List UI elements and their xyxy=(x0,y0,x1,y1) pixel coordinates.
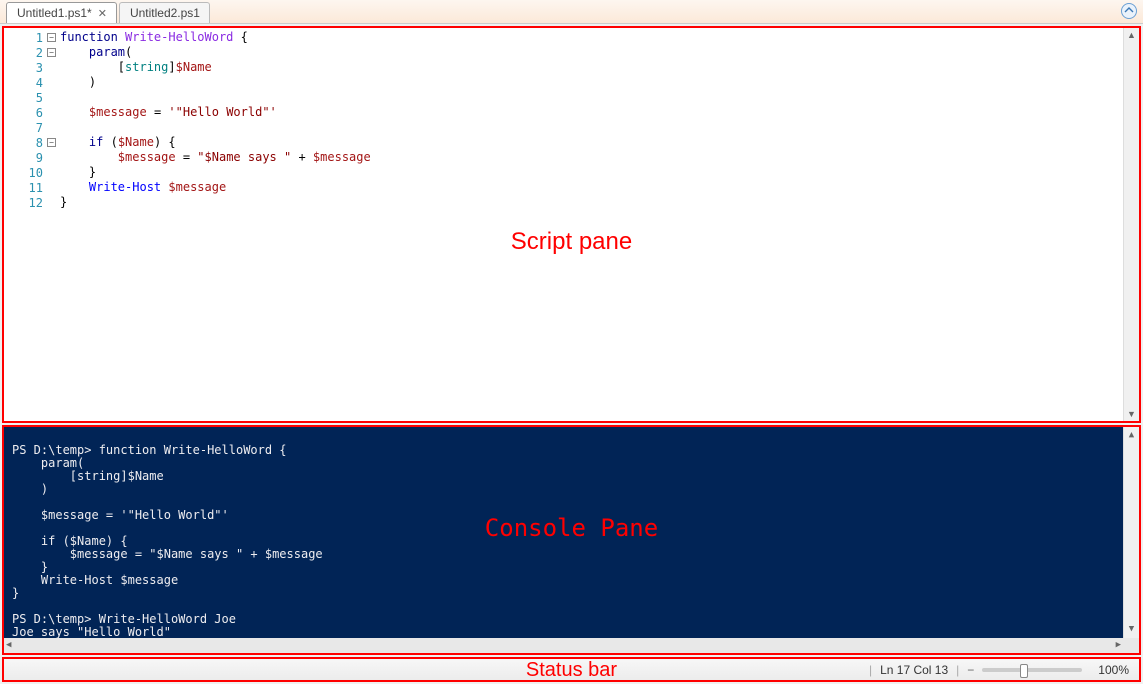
zoom-level: 100% xyxy=(1098,663,1129,677)
console-line: if ($Name) { xyxy=(12,534,128,548)
console-line: $message = "$Name says " + $message xyxy=(12,547,323,561)
console-line: Joe says "Hello World" xyxy=(12,625,171,639)
scroll-right-icon[interactable]: ▶ xyxy=(1116,639,1121,652)
line-number: 9 xyxy=(36,151,43,165)
status-bar: Status bar | Ln 17 Col 13 | − 100% xyxy=(2,657,1141,682)
tab-bar: Untitled1.ps1* ✕ Untitled2.ps1 xyxy=(0,0,1143,24)
fold-icon[interactable]: − xyxy=(47,33,56,42)
close-icon[interactable]: ✕ xyxy=(98,7,107,20)
line-number: 6 xyxy=(36,106,43,120)
scrollbar-horizontal[interactable]: ◀ ▶ xyxy=(4,638,1139,653)
scroll-down-icon[interactable]: ▼ xyxy=(1129,623,1134,636)
console-line: } xyxy=(12,586,19,600)
annotation-console-pane: Console Pane xyxy=(485,522,658,535)
tab-label: Untitled1.ps1* xyxy=(17,6,92,20)
scrollbar-vertical[interactable]: ▲ ▼ xyxy=(1123,427,1139,653)
separator: | xyxy=(956,663,959,677)
tab-label: Untitled2.ps1 xyxy=(130,6,200,20)
scroll-down-icon[interactable]: ▼ xyxy=(1127,409,1136,419)
line-number: 4 xyxy=(36,76,43,90)
scroll-up-icon[interactable]: ▲ xyxy=(1129,429,1134,442)
console-line: [string]$Name xyxy=(12,469,164,483)
code-editor[interactable]: function Write-HelloWord { param( [strin… xyxy=(60,28,1139,421)
console-line: Write-Host $message xyxy=(12,573,178,587)
line-number: 7 xyxy=(36,121,43,135)
console-line: PS D:\temp> function Write-HelloWord { xyxy=(12,443,287,457)
zoom-slider-thumb[interactable] xyxy=(1020,664,1028,678)
line-number: 1 xyxy=(36,31,43,45)
tab-untitled1[interactable]: Untitled1.ps1* ✕ xyxy=(6,2,117,23)
console-line: $message = '"Hello World"' xyxy=(12,508,229,522)
console-line: ) xyxy=(12,482,48,496)
tab-untitled2[interactable]: Untitled2.ps1 xyxy=(119,2,210,23)
line-number: 8 xyxy=(36,136,43,150)
scroll-left-icon[interactable]: ◀ xyxy=(6,639,11,652)
zoom-out-button[interactable]: − xyxy=(967,663,974,677)
console-pane[interactable]: PS D:\temp> function Write-HelloWord { p… xyxy=(2,425,1141,655)
line-number: 5 xyxy=(36,91,43,105)
line-number: 3 xyxy=(36,61,43,75)
annotation-status-bar: Status bar xyxy=(526,659,617,682)
console-line: } xyxy=(12,560,48,574)
collapse-button[interactable] xyxy=(1121,3,1137,19)
line-number: 10 xyxy=(29,166,43,180)
console-line: PS D:\temp> Write-HelloWord Joe xyxy=(12,612,236,626)
cursor-position: Ln 17 Col 13 xyxy=(880,663,948,677)
line-number: 2 xyxy=(36,46,43,60)
fold-icon[interactable]: − xyxy=(47,138,56,147)
fold-icon[interactable]: − xyxy=(47,48,56,57)
separator: | xyxy=(869,663,872,677)
line-number: 12 xyxy=(29,196,43,210)
line-number-gutter: 1− 2− 3 4 5 6 7 8− 9 10 11 12 xyxy=(4,28,60,421)
console-line: param( xyxy=(12,456,84,470)
scrollbar-vertical[interactable]: ▲ ▼ xyxy=(1123,28,1139,421)
zoom-slider[interactable] xyxy=(982,668,1082,672)
line-number: 11 xyxy=(29,181,43,195)
scroll-up-icon[interactable]: ▲ xyxy=(1127,30,1136,40)
script-pane: 1− 2− 3 4 5 6 7 8− 9 10 11 12 function W… xyxy=(2,26,1141,423)
